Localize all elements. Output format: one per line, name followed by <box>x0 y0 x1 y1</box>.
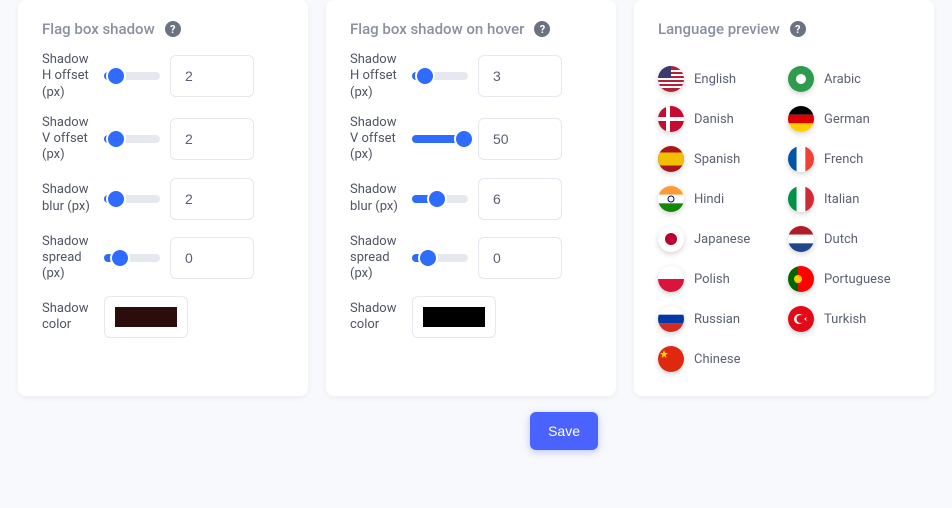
label-shadow-blur: Shadow blur (px) <box>42 182 94 215</box>
language-grid: English Arabic Danish German Spanish French Hi… <box>658 66 910 372</box>
slider-shadow-hover-spread[interactable] <box>412 254 468 262</box>
row-shadow-hover-spread: Shadow spread (px) <box>350 234 592 283</box>
flag-icon-dk <box>658 106 684 132</box>
language-item-cn[interactable]: Chinese <box>658 346 780 372</box>
slider-shadow-v-offset[interactable] <box>104 135 160 143</box>
save-button[interactable]: Save <box>530 412 598 450</box>
card-title-language-preview-label: Language preview <box>658 20 780 38</box>
language-label: Chinese <box>694 352 740 367</box>
language-item-fr[interactable]: French <box>788 146 910 172</box>
language-item-jp[interactable]: Japanese <box>658 226 780 252</box>
language-item-pt[interactable]: Portuguese <box>788 266 910 292</box>
slider-shadow-hover-v-offset[interactable] <box>412 135 468 143</box>
language-item-in[interactable]: Hindi <box>658 186 780 212</box>
input-shadow-blur[interactable] <box>170 178 254 220</box>
row-shadow-hover-blur: Shadow blur (px) <box>350 178 592 220</box>
card-flag-shadow-hover: Flag box shadow on hover ? Shadow H offs… <box>326 0 616 396</box>
flag-icon-jp <box>658 226 684 252</box>
color-swatch-shadow-hover <box>423 307 485 327</box>
help-icon[interactable]: ? <box>534 21 550 37</box>
row-shadow-h-offset: Shadow H offset (px) <box>42 52 284 101</box>
language-label: Dutch <box>824 232 858 247</box>
input-shadow-hover-spread[interactable] <box>478 237 562 279</box>
input-shadow-hover-blur[interactable] <box>478 178 562 220</box>
slider-shadow-hover-h-offset[interactable] <box>412 72 468 80</box>
card-title-shadow-hover-label: Flag box shadow on hover <box>350 20 524 38</box>
language-label: Italian <box>824 192 859 207</box>
language-item-es[interactable]: Spanish <box>658 146 780 172</box>
label-shadow-v-offset: Shadow V offset (px) <box>42 115 94 164</box>
flag-icon-nl <box>788 226 814 252</box>
flag-icon-us <box>658 66 684 92</box>
card-title-shadow-hover: Flag box shadow on hover ? <box>350 20 592 38</box>
language-label: Spanish <box>694 152 740 167</box>
slider-shadow-spread[interactable] <box>104 254 160 262</box>
language-label: Turkish <box>824 312 866 327</box>
input-shadow-v-offset[interactable] <box>170 118 254 160</box>
language-item-ru[interactable]: Russian <box>658 306 780 332</box>
color-swatch-shadow <box>115 307 177 327</box>
language-label: Japanese <box>694 232 750 247</box>
language-label: Polish <box>694 272 730 287</box>
row-shadow-color: Shadow color <box>42 296 284 338</box>
language-label: German <box>824 112 870 127</box>
slider-shadow-h-offset[interactable] <box>104 72 160 80</box>
color-picker-shadow[interactable] <box>104 296 188 338</box>
help-icon[interactable]: ? <box>790 21 806 37</box>
flag-icon-cn <box>658 346 684 372</box>
language-item-pl[interactable]: Polish <box>658 266 780 292</box>
language-label: French <box>824 152 863 167</box>
input-shadow-hover-v-offset[interactable] <box>478 118 562 160</box>
flag-icon-de <box>788 106 814 132</box>
slider-shadow-blur[interactable] <box>104 195 160 203</box>
help-icon[interactable]: ? <box>165 21 181 37</box>
label-shadow-color: Shadow color <box>42 301 94 334</box>
language-label: English <box>694 72 736 87</box>
flag-icon-pt <box>788 266 814 292</box>
card-title-shadow: Flag box shadow ? <box>42 20 284 38</box>
language-label: Arabic <box>824 72 861 87</box>
language-item-nl[interactable]: Dutch <box>788 226 910 252</box>
flag-icon-pl <box>658 266 684 292</box>
card-title-language-preview: Language preview ? <box>658 20 910 38</box>
language-item-de[interactable]: German <box>788 106 910 132</box>
flag-icon-fr <box>788 146 814 172</box>
row-shadow-v-offset: Shadow V offset (px) <box>42 115 284 164</box>
language-item-it[interactable]: Italian <box>788 186 910 212</box>
language-label: Russian <box>694 312 740 327</box>
row-shadow-hover-color: Shadow color <box>350 296 592 338</box>
language-item-ar[interactable]: Arabic <box>788 66 910 92</box>
language-item-tr[interactable]: Turkish <box>788 306 910 332</box>
label-shadow-hover-spread: Shadow spread (px) <box>350 234 402 283</box>
card-flag-shadow: Flag box shadow ? Shadow H offset (px) S… <box>18 0 308 396</box>
slider-shadow-hover-blur[interactable] <box>412 195 468 203</box>
language-item-dk[interactable]: Danish <box>658 106 780 132</box>
flag-icon-it <box>788 186 814 212</box>
label-shadow-hover-v-offset: Shadow V offset (px) <box>350 115 402 164</box>
card-language-preview: Language preview ? English Arabic Danish Ge… <box>634 0 934 396</box>
input-shadow-hover-h-offset[interactable] <box>478 55 562 97</box>
label-shadow-hover-blur: Shadow blur (px) <box>350 182 402 215</box>
flag-icon-ru <box>658 306 684 332</box>
row-shadow-hover-v-offset: Shadow V offset (px) <box>350 115 592 164</box>
language-label: Portuguese <box>824 272 891 287</box>
label-shadow-h-offset: Shadow H offset (px) <box>42 52 94 101</box>
language-item-us[interactable]: English <box>658 66 780 92</box>
flag-icon-es <box>658 146 684 172</box>
row-shadow-hover-h-offset: Shadow H offset (px) <box>350 52 592 101</box>
flag-icon-tr <box>788 306 814 332</box>
input-shadow-h-offset[interactable] <box>170 55 254 97</box>
label-shadow-spread: Shadow spread (px) <box>42 234 94 283</box>
flag-icon-ar <box>788 66 814 92</box>
row-shadow-blur: Shadow blur (px) <box>42 178 284 220</box>
language-label: Hindi <box>694 192 724 207</box>
label-shadow-hover-color: Shadow color <box>350 301 402 334</box>
input-shadow-spread[interactable] <box>170 237 254 279</box>
label-shadow-hover-h-offset: Shadow H offset (px) <box>350 52 402 101</box>
color-picker-shadow-hover[interactable] <box>412 296 496 338</box>
row-shadow-spread: Shadow spread (px) <box>42 234 284 283</box>
flag-icon-in <box>658 186 684 212</box>
language-label: Danish <box>694 112 734 127</box>
card-title-shadow-label: Flag box shadow <box>42 20 155 38</box>
